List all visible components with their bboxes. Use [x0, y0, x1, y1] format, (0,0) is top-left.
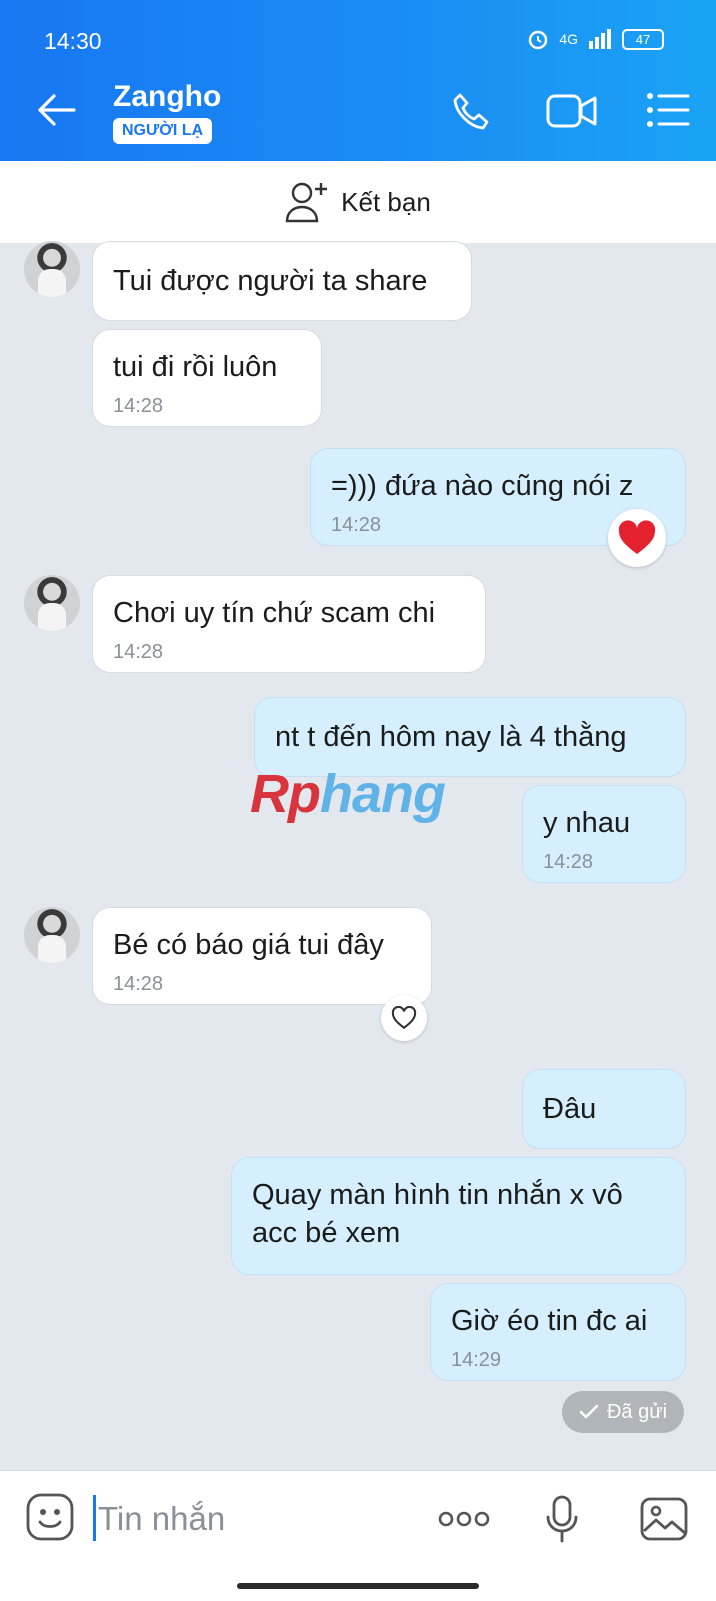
message-text: Chơi uy tín chứ scam chi	[113, 597, 436, 629]
message-bubble[interactable]: Giờ éo tin đc ai 14:29	[430, 1283, 686, 1381]
contact-avatar[interactable]	[24, 907, 80, 963]
message-text: nt t đến hôm nay là 4 thằng	[275, 721, 627, 753]
heart-outline-icon	[391, 1006, 417, 1030]
message-bubble[interactable]: tui đi rồi luôn 14:28	[92, 329, 322, 427]
message-time: 14:28	[543, 851, 594, 873]
message-bubble[interactable]: y nhau 14:28	[522, 785, 686, 883]
message-text: Tui được người ta share	[113, 265, 428, 297]
phone-call-icon[interactable]	[452, 92, 492, 132]
add-friend-label: Kết bạn	[341, 186, 431, 217]
back-arrow-icon[interactable]	[36, 92, 76, 128]
message-composer	[0, 1470, 716, 1601]
more-options-icon[interactable]	[438, 1511, 490, 1527]
heart-icon	[618, 520, 656, 554]
message-text: tui đi rồi luôn	[113, 351, 278, 383]
stranger-badge: NGƯỜI LẠ	[113, 118, 213, 144]
message-text-line2: acc bé xem	[252, 1217, 401, 1249]
message-bubble[interactable]: Tui được người ta share	[92, 241, 472, 321]
message-bubble[interactable]: Bé có báo giá tui đây 14:28	[92, 907, 432, 1005]
status-icons: 4G 47	[527, 28, 664, 50]
message-time: 14:28	[331, 514, 382, 536]
message-text: Giờ éo tin đc ai	[451, 1305, 648, 1337]
network-label: 4G	[559, 31, 578, 47]
battery-level: 47	[622, 28, 664, 50]
contact-avatar[interactable]	[24, 575, 80, 631]
message-text: Đâu	[543, 1093, 597, 1125]
react-heart-button[interactable]	[381, 995, 427, 1041]
add-friend-button[interactable]: Kết bạn	[0, 161, 716, 243]
message-text-line1: Quay màn hình tin nhắn x vô	[252, 1179, 623, 1211]
message-input[interactable]	[96, 1493, 400, 1545]
signal-icon	[589, 29, 611, 49]
message-time: 14:28	[113, 973, 164, 995]
microphone-icon[interactable]	[545, 1495, 579, 1543]
message-text: =))) đứa nào cũng nói z	[331, 470, 634, 502]
message-time: 14:29	[451, 1349, 502, 1371]
check-icon	[579, 1404, 599, 1419]
message-text: Bé có báo giá tui đây	[113, 929, 384, 961]
message-bubble[interactable]: Chơi uy tín chứ scam chi 14:28	[92, 575, 486, 673]
menu-list-icon[interactable]	[646, 92, 690, 128]
sent-status-badge: Đã gửi	[562, 1391, 684, 1433]
add-person-icon	[285, 182, 328, 223]
heart-reaction[interactable]	[608, 509, 666, 567]
message-time: 14:28	[113, 395, 164, 417]
video-call-icon[interactable]	[546, 92, 598, 130]
message-list[interactable]: Tui được người ta share tui đi rồi luôn …	[0, 241, 716, 1470]
message-time: 14:28	[113, 641, 164, 663]
sent-status-label: Đã gửi	[606, 1400, 668, 1423]
home-indicator[interactable]	[237, 1583, 479, 1589]
message-bubble[interactable]: Đâu	[522, 1069, 686, 1149]
header-bar: 14:30 4G 47 Zangho NGƯỜI LẠ	[0, 0, 716, 161]
image-gallery-icon[interactable]	[640, 1497, 688, 1541]
alarm-icon	[529, 30, 548, 50]
status-time: 14:30	[44, 28, 102, 54]
contact-name[interactable]: Zangho	[113, 80, 221, 114]
contact-avatar[interactable]	[24, 241, 80, 297]
sticker-emoji-icon[interactable]	[26, 1493, 74, 1541]
message-bubble[interactable]: Quay màn hình tin nhắn x vô acc bé xem	[231, 1157, 686, 1275]
message-text: y nhau	[543, 807, 631, 839]
rphang-watermark-logo: Rphang	[250, 764, 446, 824]
